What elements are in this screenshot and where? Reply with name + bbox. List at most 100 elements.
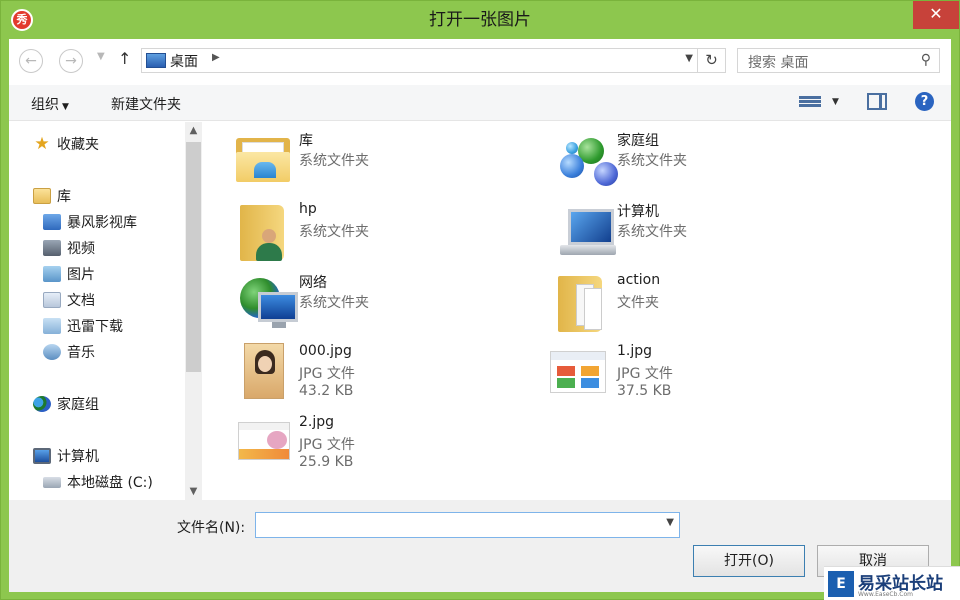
- media-library-icon: [43, 214, 61, 230]
- refresh-button[interactable]: ↻: [698, 48, 726, 73]
- image-thumbnail: [550, 351, 606, 393]
- file-item[interactable]: 网络 系统文件夹: [202, 272, 502, 336]
- user-folder-icon: [240, 205, 284, 263]
- nav-label: 音乐: [67, 345, 95, 361]
- homegroup-icon: [33, 396, 51, 412]
- file-item[interactable]: 计算机 系统文件夹: [520, 201, 820, 265]
- nav-item-baofeng-library[interactable]: 暴风影视库: [43, 212, 137, 232]
- open-image-dialog: 秀 打开一张图片 ✕ ← → ▼ ↑ 桌面 ▶ ▼ ↻ 搜索 桌面 ⚲ 组织▼: [0, 0, 960, 600]
- filename-input[interactable]: ▼: [255, 512, 680, 538]
- file-size: 37.5 KB: [617, 383, 672, 399]
- navigation-row: ← → ▼ ↑ 桌面 ▶ ▼ ↻ 搜索 桌面 ⚲: [9, 39, 951, 85]
- nav-label: 库: [57, 189, 71, 205]
- file-type: JPG 文件: [299, 366, 355, 382]
- nav-label: 计算机: [57, 449, 99, 465]
- star-icon: ★: [34, 134, 50, 154]
- breadcrumb-desktop[interactable]: 桌面: [170, 51, 198, 71]
- search-input[interactable]: 搜索 桌面 ⚲: [737, 48, 940, 73]
- nav-item-music[interactable]: 音乐: [43, 342, 95, 362]
- file-item[interactable]: 2.jpg JPG 文件 25.9 KB: [202, 414, 502, 478]
- view-chevron-down-icon[interactable]: ▼: [832, 97, 839, 107]
- network-icon: [240, 278, 298, 330]
- music-icon: [43, 344, 61, 360]
- image-thumbnail: [238, 422, 290, 460]
- disk-drive-icon: [43, 476, 61, 488]
- nav-item-videos[interactable]: 视频: [43, 238, 95, 258]
- search-icon[interactable]: ⚲: [921, 52, 931, 68]
- pictures-icon: [43, 266, 61, 282]
- view-options-icon[interactable]: [799, 95, 821, 111]
- new-folder-button[interactable]: 新建文件夹: [111, 94, 181, 114]
- brand-url: Www.EaseCb.Com: [858, 591, 913, 598]
- address-dropdown-icon[interactable]: ▼: [685, 53, 693, 64]
- breadcrumb-chevron-icon[interactable]: ▶: [212, 52, 220, 63]
- file-type: 系统文件夹: [617, 224, 687, 240]
- file-name: 网络: [299, 275, 327, 291]
- close-button[interactable]: ✕: [913, 1, 959, 29]
- library-folder-icon: [33, 188, 51, 204]
- recent-locations-chevron-icon[interactable]: ▼: [97, 51, 105, 62]
- nav-item-libraries[interactable]: 库: [33, 186, 71, 206]
- desktop-icon: [146, 53, 166, 68]
- file-name: 2.jpg: [299, 414, 335, 430]
- file-type: 系统文件夹: [617, 153, 687, 169]
- back-button[interactable]: ←: [19, 49, 43, 73]
- file-item[interactable]: 家庭组 系统文件夹: [520, 130, 820, 194]
- search-placeholder: 搜索 桌面: [748, 55, 809, 71]
- nav-item-xunlei-downloads[interactable]: 迅雷下载: [43, 316, 123, 336]
- file-list: 库 系统文件夹 家庭组 系统文件夹 hp 系统文件夹 计算机 系统文件夹 网络: [202, 122, 951, 500]
- dialog-title: 打开一张图片: [429, 10, 531, 30]
- nav-label: 收藏夹: [57, 137, 99, 153]
- nav-label: 图片: [67, 267, 95, 283]
- file-item[interactable]: hp 系统文件夹: [202, 201, 502, 265]
- chevron-down-icon: ▼: [62, 102, 69, 112]
- up-button[interactable]: ↑: [118, 49, 131, 68]
- video-icon: [43, 240, 61, 256]
- file-name: 计算机: [617, 204, 659, 220]
- file-name: 家庭组: [617, 133, 659, 149]
- scroll-down-arrow-icon[interactable]: ▼: [185, 483, 202, 500]
- nav-label: 迅雷下载: [67, 319, 123, 335]
- file-item[interactable]: 000.jpg JPG 文件 43.2 KB: [202, 343, 502, 407]
- address-bar[interactable]: 桌面 ▶ ▼: [141, 48, 698, 73]
- nav-label: 暴风影视库: [67, 215, 137, 231]
- file-type: 系统文件夹: [299, 295, 369, 311]
- nav-item-local-disk-c[interactable]: 本地磁盘 (C:): [43, 472, 153, 492]
- dialog-body: ← → ▼ ↑ 桌面 ▶ ▼ ↻ 搜索 桌面 ⚲ 组织 ▼ 新建文件夹 ▼ ? …: [9, 39, 951, 592]
- nav-item-computer[interactable]: 计算机: [33, 446, 99, 466]
- open-button[interactable]: 打开(O): [693, 545, 805, 577]
- nav-label: 文档: [67, 293, 95, 309]
- nav-label: 家庭组: [57, 397, 99, 413]
- file-type: 系统文件夹: [299, 224, 369, 240]
- file-name: hp: [299, 201, 317, 217]
- computer-icon: [33, 448, 51, 464]
- file-type: 文件夹: [617, 295, 659, 311]
- organize-button[interactable]: 组织 ▼: [31, 94, 69, 114]
- dialog-footer: 文件名(N): ▼ 打开(O) 取消: [9, 500, 951, 592]
- nav-item-documents[interactable]: 文档: [43, 290, 95, 310]
- file-item[interactable]: action 文件夹: [520, 272, 820, 336]
- nav-item-pictures[interactable]: 图片: [43, 264, 95, 284]
- scroll-up-arrow-icon[interactable]: ▲: [185, 122, 202, 139]
- scrollbar-thumb[interactable]: [186, 142, 201, 372]
- preview-pane-icon[interactable]: [867, 93, 887, 110]
- brand-logo-icon: E: [828, 571, 854, 597]
- file-item[interactable]: 1.jpg JPG 文件 37.5 KB: [520, 343, 820, 407]
- watermark-logo: E 易采站长站 Www.EaseCb.Com: [824, 566, 960, 600]
- file-type: JPG 文件: [617, 366, 673, 382]
- navigation-pane: ★ 收藏夹 库 暴风影视库 视频 图片 文档 迅雷下载 音乐 家庭组 计算机 本…: [9, 122, 185, 500]
- file-size: 25.9 KB: [299, 454, 354, 470]
- filename-dropdown-icon[interactable]: ▼: [666, 517, 674, 528]
- title-bar[interactable]: 秀 打开一张图片 ✕: [1, 1, 959, 39]
- nav-pane-scrollbar[interactable]: ▲ ▼: [185, 122, 202, 500]
- file-type: JPG 文件: [299, 437, 355, 453]
- organize-label: 组织: [31, 97, 59, 113]
- nav-item-homegroup[interactable]: 家庭组: [33, 394, 99, 414]
- command-toolbar: 组织 ▼ 新建文件夹 ▼ ?: [9, 85, 951, 121]
- homegroup-icon: [560, 134, 620, 190]
- help-icon[interactable]: ?: [915, 92, 934, 111]
- download-icon: [43, 318, 61, 334]
- forward-button[interactable]: →: [59, 49, 83, 73]
- file-item[interactable]: 库 系统文件夹: [202, 130, 502, 194]
- nav-item-favorites[interactable]: ★ 收藏夹: [33, 134, 99, 154]
